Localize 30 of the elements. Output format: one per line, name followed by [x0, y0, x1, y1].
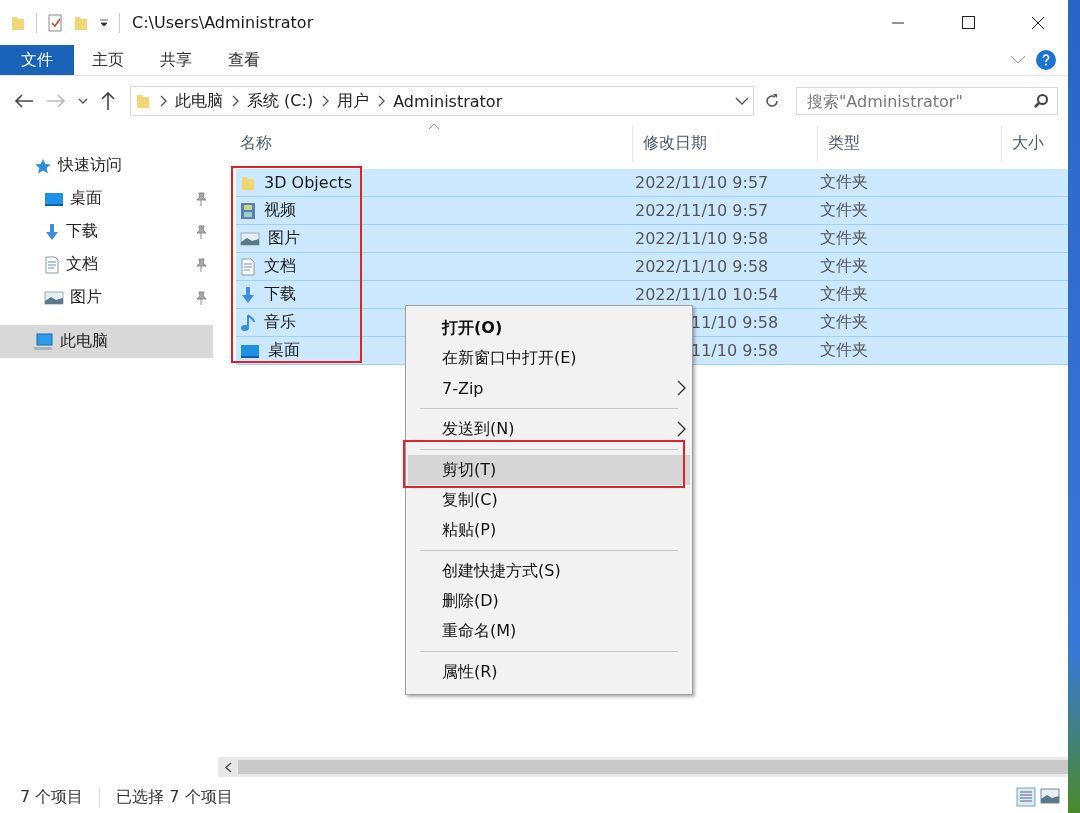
file-name: 视频	[264, 200, 296, 221]
file-name: 3D Objects	[264, 173, 353, 192]
table-cell-text: 2022/11/10 9:58	[634, 229, 770, 248]
nav-label: 图片	[70, 287, 103, 308]
table-cell-text: 11/10 9:58	[690, 341, 780, 360]
file-name: 桌面	[268, 340, 300, 361]
table-cell-text: 文件夹	[819, 172, 868, 193]
file-name: 下载	[264, 284, 296, 305]
table-cell-text: 文件夹	[819, 312, 868, 333]
table-cell-text: 文件夹	[819, 340, 868, 361]
table-cell-text: 2022/11/10 9:57	[634, 201, 770, 220]
nav-label: 桌面	[70, 188, 103, 209]
nav-label: 此电脑	[60, 331, 109, 352]
table-cell-text: 文件夹	[819, 256, 868, 277]
table-cell-text: 文件夹	[819, 200, 868, 221]
table-cell-text: 文件夹	[819, 284, 868, 305]
selection-count: 已选择 7 个项目	[99, 786, 233, 808]
table-cell-text: 11/10 9:58	[690, 313, 780, 332]
nav-label: 快速访问	[58, 155, 123, 176]
window-title: C:\Users\Administrator	[132, 13, 315, 32]
file-name: 文档	[264, 256, 296, 277]
nav-label: 下载	[66, 221, 99, 242]
item-count: 7 个项目	[20, 786, 84, 808]
nav-label: 文档	[66, 254, 99, 275]
table-cell-text: 文件夹	[819, 228, 868, 249]
file-name: 图片	[268, 228, 300, 249]
table-cell-text: 2022/11/10 9:58	[634, 257, 770, 276]
table-cell-text: 2022/11/10 10:54	[634, 285, 780, 304]
file-name: 音乐	[264, 312, 296, 333]
table-cell-text: 2022/11/10 9:57	[634, 173, 770, 192]
